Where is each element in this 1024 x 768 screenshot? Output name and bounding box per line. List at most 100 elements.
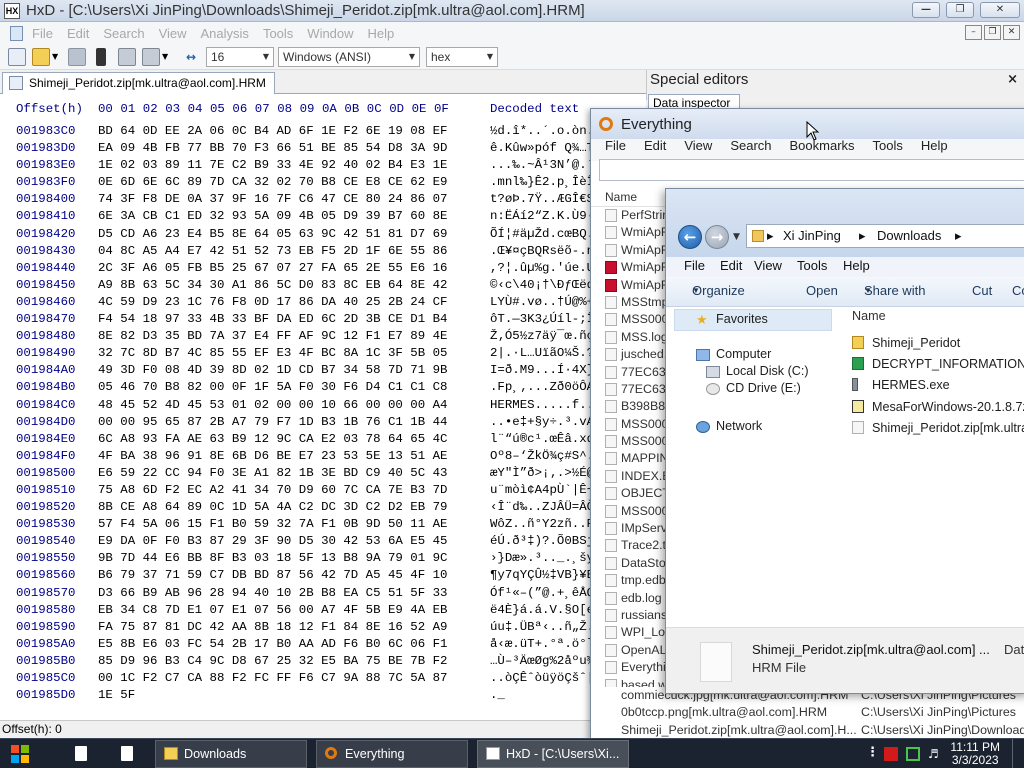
properties-icon[interactable] — [142, 48, 160, 66]
taskbar-item-everything[interactable]: Everything — [316, 740, 468, 768]
new-file-icon[interactable] — [8, 48, 26, 66]
show-desktop-button[interactable] — [1012, 739, 1024, 768]
menu-file[interactable]: File — [684, 257, 705, 275]
hex-row[interactable]: 001985A0 E5 8B E6 03 FC 54 2B 17 B0 AA AD… — [0, 637, 646, 654]
print-icon[interactable] — [118, 48, 136, 66]
nav-computer[interactable]: Computer — [716, 347, 771, 361]
hex-row[interactable]: 001983E0 1E 02 03 89 11 7E C2 B9 33 4E 92… — [0, 158, 646, 175]
hex-row[interactable]: 00198570 D3 66 B9 AB 96 28 94 40 10 2B B8… — [0, 586, 646, 603]
copy-button[interactable]: Co — [1012, 277, 1024, 305]
maximize-button[interactable]: ❐ — [946, 2, 974, 18]
hex-row[interactable]: 00198560 B6 79 37 71 59 C7 DB BD 87 56 42… — [0, 568, 646, 585]
hex-row[interactable]: 001983D0 EA 09 4B FB 77 BB 70 F3 66 51 BE… — [0, 141, 646, 158]
menu-search[interactable]: Search — [730, 139, 771, 161]
quick-launch-file-icon[interactable] — [75, 746, 87, 761]
hex-row[interactable]: 00198470 F4 54 18 97 33 4B 33 BF DA ED 6C… — [0, 312, 646, 329]
hex-row[interactable]: 001983F0 0E 6D 6E 6C 89 7D CA 32 02 70 B8… — [0, 175, 646, 192]
mdi-close-button[interactable]: ✕ — [1003, 25, 1020, 40]
menu-edit[interactable]: Edit — [644, 139, 666, 161]
menu-window[interactable]: Window — [307, 26, 353, 41]
nav-cd-drive[interactable]: CD Drive (E:) — [726, 381, 801, 395]
hex-row[interactable]: 001984F0 4F BA 38 96 91 8E 6B D6 BE E7 23… — [0, 449, 646, 466]
column-header-name[interactable]: Name — [852, 309, 886, 323]
menu-analysis[interactable]: Analysis — [201, 26, 249, 41]
menu-edit[interactable]: Edit — [720, 257, 742, 275]
nav-local-disk[interactable]: Local Disk (C:) — [726, 364, 809, 378]
hex-row[interactable]: 001985C0 00 1C F2 C7 CA 88 F2 FC FF F6 C7… — [0, 671, 646, 688]
hex-row[interactable]: 00198520 8B CE A8 64 89 0C 1D 5A 4A C2 DC… — [0, 500, 646, 517]
mdi-minimize-button[interactable]: – — [965, 25, 982, 40]
menu-tools[interactable]: Tools — [873, 139, 903, 161]
hex-row[interactable]: 00198460 4C 59 D9 23 1C 76 F8 0D 17 86 DA… — [0, 295, 646, 312]
taskbar-item-hxd[interactable]: HxD - [C:\Users\Xi... — [477, 740, 629, 768]
menu-help[interactable]: Help — [921, 139, 948, 161]
explorer-title-bar[interactable]: ← → ▼ ▸ Xi JinPing ▸ Downloads ▸ — [666, 189, 1024, 257]
list-item[interactable]: Shimeji_Peridot.zip[mk.ultra@aol.com].H.… — [591, 722, 1024, 739]
menu-view[interactable]: View — [159, 26, 187, 41]
hex-editor-view[interactable]: Offset(h) 00 01 02 03 04 05 06 07 08 09 0A 0B 0C 0D 0E 0… — [0, 94, 646, 720]
quick-launch-file-icon[interactable] — [121, 746, 133, 761]
hex-row[interactable]: 001984A0 49 3D F0 08 4D 39 8D 02 1D CD B7… — [0, 363, 646, 380]
recent-pages-chevron-icon[interactable]: ▼ — [733, 232, 740, 242]
hex-row[interactable]: 00198480 8E 82 D3 35 BD 7A 37 E4 FF AF 9C… — [0, 329, 646, 346]
menu-help[interactable]: Help — [843, 257, 870, 275]
menu-file[interactable]: File — [605, 139, 626, 161]
hex-row[interactable]: 00198510 75 A8 6D F2 EC A2 41 34 70 D9 60… — [0, 483, 646, 500]
breadcrumb-user[interactable]: Xi JinPing — [783, 225, 841, 247]
open-button[interactable]: Open — [806, 277, 838, 305]
hex-row[interactable]: 00198550 9B 7D 44 E6 BB 8F B3 03 18 5F 13… — [0, 551, 646, 568]
forward-arrow-icon[interactable]: → — [705, 225, 729, 249]
tab-file[interactable]: Shimeji_Peridot.zip[mk.ultra@aol.com].HR… — [2, 72, 275, 94]
bytes-per-row-select[interactable]: 16 ▼ — [206, 47, 274, 67]
menu-edit[interactable]: Edit — [67, 26, 89, 41]
hex-row[interactable]: 001984B0 05 46 70 B8 82 00 0F 1F 5A F0 30… — [0, 380, 646, 397]
address-bar[interactable]: ▸ Xi JinPing ▸ Downloads ▸ — [746, 224, 1024, 248]
open-dropdown-icon[interactable]: ▼ — [52, 48, 62, 66]
volume-icon[interactable]: ♬ — [928, 747, 942, 761]
hex-row[interactable]: 001985D0 1E 5F ._ — [0, 688, 646, 705]
hex-row[interactable]: 00198440 2C 3F A6 05 FB B5 25 67 07 27 FA… — [0, 261, 646, 278]
hex-row[interactable]: 00198420 D5 CD A6 23 E4 B5 8E 64 05 63 9C… — [0, 227, 646, 244]
breadcrumb-separator-icon[interactable]: ▸ — [859, 225, 866, 247]
hex-row[interactable]: 001984E0 6C A8 93 FA AE 63 B9 12 9C CA E2… — [0, 432, 646, 449]
start-button[interactable] — [0, 739, 50, 768]
breadcrumb-separator-icon[interactable]: ▸ — [767, 225, 774, 247]
hex-row[interactable]: 00198400 74 3F F8 DE 0A 37 9F 16 7F C6 47… — [0, 192, 646, 209]
hex-rows[interactable]: 001983C0 BD 64 0D EE 2A 06 0C B4 AD 6F 1E… — [0, 124, 646, 705]
hex-row[interactable]: 00198450 A9 8B 63 5C 34 30 A1 86 5C D0 83… — [0, 278, 646, 295]
hex-row[interactable]: 001985B0 85 D9 96 B3 C4 9C D8 67 25 32 E5… — [0, 654, 646, 671]
hex-row[interactable]: 001983C0 BD 64 0D EE 2A 06 0C B4 AD 6F 1E… — [0, 124, 646, 141]
hex-row[interactable]: 00198530 57 F4 5A 06 15 F1 B0 59 32 7A F1… — [0, 517, 646, 534]
hex-row[interactable]: 00198430 04 8C A5 A4 E7 42 51 52 73 EB F5… — [0, 244, 646, 261]
breadcrumb-downloads[interactable]: Downloads — [877, 225, 941, 247]
hex-row[interactable]: 001984D0 00 00 95 65 87 2B A7 79 F7 1D B3… — [0, 415, 646, 432]
menu-view[interactable]: View — [684, 139, 712, 161]
close-icon[interactable]: × — [1007, 72, 1018, 87]
menu-tools[interactable]: Tools — [263, 26, 293, 41]
hxd-title-bar[interactable]: HX HxD - [C:\Users\Xi JinPing\Downloads\… — [0, 0, 1024, 22]
save-icon[interactable] — [68, 48, 86, 66]
everything-bottom-results[interactable]: commiecuck.jpg[mk.ultra@aol.com].HRM C:\U… — [591, 687, 1024, 739]
clock[interactable]: 11:11 PM 3/3/2023 — [950, 741, 1000, 767]
hex-row[interactable]: 00198410 6E 3A CB C1 ED 32 93 5A 09 4B 05… — [0, 209, 646, 226]
menu-view[interactable]: View — [754, 257, 782, 275]
hex-row[interactable]: 00198500 E6 59 22 CC 94 F0 3E A1 82 1B 3E… — [0, 466, 646, 483]
close-button[interactable]: ✕ — [980, 2, 1020, 18]
hex-row[interactable]: 00198490 32 7C 8D B7 4C 85 55 EF E3 4F BC… — [0, 346, 646, 363]
menu-help[interactable]: Help — [368, 26, 395, 41]
menu-file[interactable]: File — [32, 26, 53, 41]
menu-bookmarks[interactable]: Bookmarks — [790, 139, 855, 161]
search-input[interactable] — [599, 159, 1024, 181]
close-file-icon[interactable] — [96, 48, 106, 66]
nav-favorites[interactable]: Favorites — [716, 312, 768, 326]
hex-row[interactable]: 00198580 EB 34 C8 7D E1 07 E1 07 56 00 A7… — [0, 603, 646, 620]
hex-row[interactable]: 00198590 FA 75 87 81 DC 42 AA 8B 18 12 F1… — [0, 620, 646, 637]
back-arrow-icon[interactable]: ← — [678, 225, 702, 249]
taskbar-item-downloads[interactable]: Downloads — [155, 740, 307, 768]
properties-dropdown-icon[interactable]: ▼ — [162, 48, 172, 66]
minimize-button[interactable]: — — [912, 2, 940, 18]
list-item[interactable]: 0b0tccp.png[mk.ultra@aol.com].HRM C:\User… — [591, 704, 1024, 721]
file-list[interactable]: Name Shimeji_Peridot DECRYPT_INFORMATION.… — [836, 307, 1024, 627]
breadcrumb-separator-icon[interactable]: ▸ — [955, 225, 962, 247]
cut-button[interactable]: Cut — [972, 277, 992, 305]
